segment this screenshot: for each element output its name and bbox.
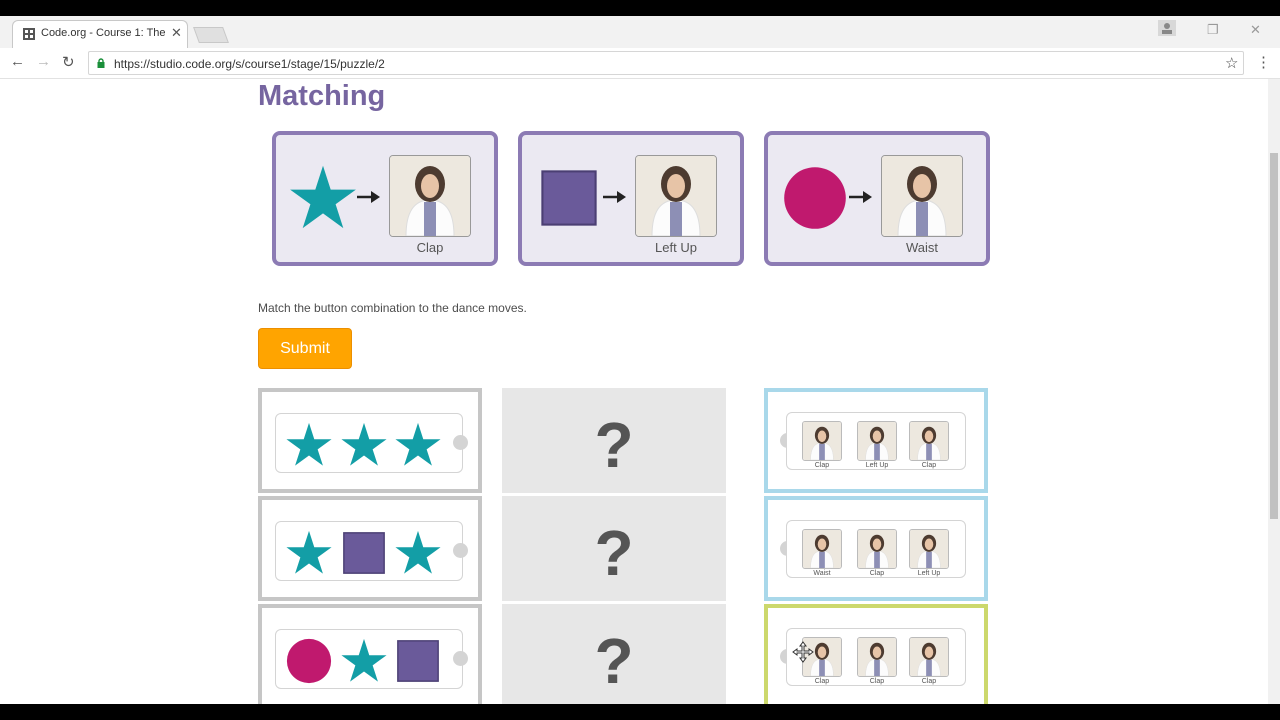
connector-dot[interactable]	[453, 651, 468, 666]
dancer-photo	[909, 529, 949, 569]
browser-toolbar: ← → ↻ https://studio.code.org/s/course1/…	[0, 48, 1280, 79]
star-icon	[394, 421, 442, 469]
dance-move-label: Clap	[921, 462, 937, 469]
dancer-photo	[389, 155, 471, 237]
codeorg-favicon-icon	[23, 28, 35, 40]
star-icon	[340, 637, 388, 685]
close-window-icon[interactable]: ✕	[1250, 22, 1261, 38]
arrow-right-icon	[849, 191, 872, 203]
back-icon[interactable]: ←	[10, 53, 25, 70]
dance-card-2[interactable]: Waist Clap Left Up	[764, 496, 988, 601]
square-icon	[394, 637, 442, 685]
star-icon	[340, 421, 388, 469]
sequence-card-1[interactable]	[258, 388, 482, 493]
dance-strip: Clap Left Up Clap	[786, 412, 966, 470]
address-bar[interactable]: https://studio.code.org/s/course1/stage/…	[88, 51, 1244, 75]
connector-dot[interactable]	[453, 543, 468, 558]
dance-move-label: Clap	[869, 678, 885, 685]
tab-title: Code.org - Course 1: The	[41, 27, 166, 39]
dancer-photo	[909, 637, 949, 677]
dancer-photo	[881, 155, 963, 237]
move-cursor-icon	[792, 641, 814, 663]
star-icon	[288, 163, 358, 233]
circle-icon	[285, 637, 333, 685]
dance-move-label: Clap	[869, 570, 885, 577]
page-content: Matching Clap Left Up Waist Match the bu…	[0, 79, 1268, 704]
dance-move-label: Clap	[416, 240, 444, 255]
square-icon	[534, 163, 604, 233]
star-icon	[285, 529, 333, 577]
dancer-photo	[857, 529, 897, 569]
reload-icon[interactable]: ↻	[62, 53, 75, 71]
star-icon	[394, 529, 442, 577]
sequence-strip	[275, 413, 463, 473]
bookmark-star-icon[interactable]: ☆	[1225, 54, 1238, 72]
browser-window: Code.org - Course 1: The ✕ ❐ ✕ ← → ↻ htt…	[0, 16, 1280, 704]
star-icon	[285, 421, 333, 469]
connector-dot[interactable]	[453, 435, 468, 450]
lock-icon	[97, 58, 105, 68]
question-mark: ?	[594, 409, 634, 481]
answer-slot-3[interactable]: ?	[502, 604, 726, 704]
legend-card-left-up: Left Up	[518, 131, 744, 266]
dancer-photo	[802, 421, 842, 461]
dance-move-label: Clap	[814, 678, 830, 685]
answer-slot-2[interactable]: ?	[502, 496, 726, 601]
page-title: Matching	[258, 80, 386, 112]
url-text: https://studio.code.org/s/course1/stage/…	[114, 57, 385, 71]
browser-tab[interactable]: Code.org - Course 1: The ✕	[12, 20, 188, 48]
dance-card-3[interactable]: Clap Clap Clap	[764, 604, 988, 704]
square-icon	[340, 529, 388, 577]
dance-strip: Waist Clap Left Up	[786, 520, 966, 578]
instructions-text: Match the button combination to the danc…	[258, 301, 527, 315]
dance-card-1[interactable]: Clap Left Up Clap	[764, 388, 988, 493]
sequence-card-2[interactable]	[258, 496, 482, 601]
sequence-card-3[interactable]	[258, 604, 482, 704]
legend-card-waist: Waist	[764, 131, 990, 266]
dance-move-label: Waist	[905, 240, 939, 255]
dancer-photo	[857, 637, 897, 677]
close-icon[interactable]: ✕	[171, 25, 182, 41]
menu-icon[interactable]: ⋮	[1256, 53, 1271, 71]
dancer-photo	[802, 529, 842, 569]
submit-button[interactable]: Submit	[258, 328, 352, 369]
tab-bar: Code.org - Course 1: The ✕ ❐ ✕	[0, 16, 1280, 48]
dancer-photo	[857, 421, 897, 461]
new-tab-button[interactable]	[193, 27, 229, 43]
dance-move-label: Left Up	[917, 570, 941, 577]
dance-move-label: Waist	[813, 570, 831, 577]
legend-card-clap: Clap	[272, 131, 498, 266]
dance-move-label: Left Up	[865, 462, 889, 469]
dancer-photo	[909, 421, 949, 461]
dance-move-label: Clap	[921, 678, 937, 685]
scrollbar-thumb[interactable]	[1270, 153, 1278, 519]
arrow-right-icon	[603, 191, 626, 203]
sequence-strip	[275, 629, 463, 689]
page-scrollbar[interactable]	[1268, 79, 1280, 704]
profile-icon[interactable]	[1158, 20, 1176, 36]
dance-move-label: Clap	[814, 462, 830, 469]
forward-icon[interactable]: →	[36, 53, 51, 70]
sequence-strip	[275, 521, 463, 581]
restore-window-icon[interactable]: ❐	[1207, 22, 1219, 38]
dance-move-label: Left Up	[655, 240, 697, 255]
arrow-right-icon	[357, 191, 380, 203]
question-mark: ?	[594, 517, 634, 589]
dancer-photo	[635, 155, 717, 237]
answer-slot-1[interactable]: ?	[502, 388, 726, 493]
question-mark: ?	[594, 625, 634, 697]
circle-icon	[780, 163, 850, 233]
